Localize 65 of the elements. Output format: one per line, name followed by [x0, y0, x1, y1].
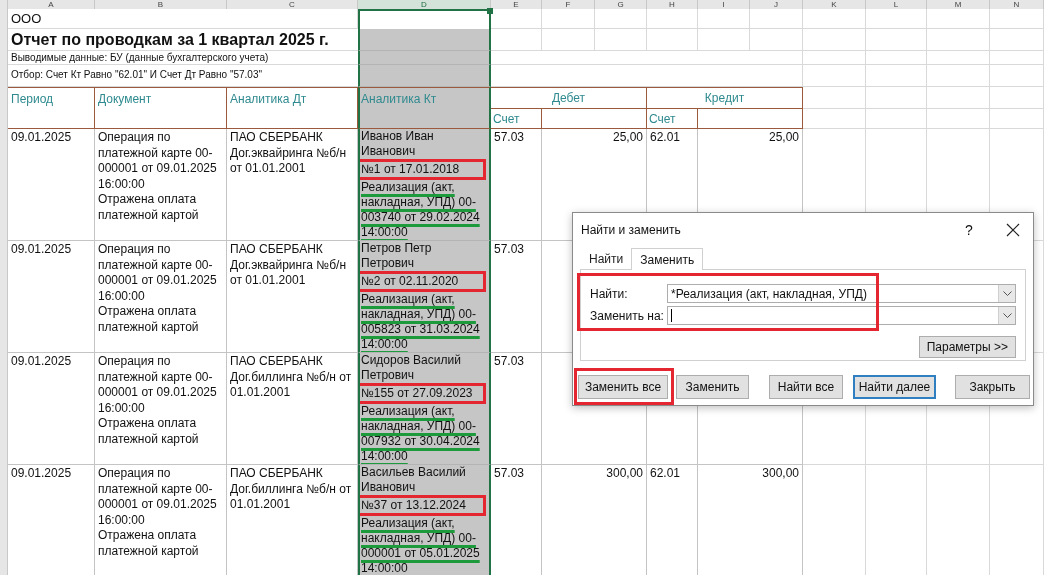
column-header[interactable]: L — [866, 0, 927, 9]
cell-text: №2 от 02.11.2020 — [361, 274, 460, 289]
table-cell: 300,00 — [698, 465, 803, 575]
column-heading: Счет — [491, 109, 542, 129]
help-button[interactable]: ? — [959, 219, 979, 241]
column-heading: Кредит — [647, 87, 803, 109]
table-cell: 09.01.2025 — [8, 241, 95, 353]
table-cell: 57.03 — [491, 129, 542, 241]
column-header[interactable]: F — [542, 0, 595, 9]
table-cell: 57.03 — [491, 241, 542, 353]
table-cell: 09.01.2025 — [8, 465, 95, 575]
cell-text: Петров Петр Петрович — [361, 241, 433, 271]
cell-text: №1 от 17.01.2018 — [361, 162, 461, 177]
column-header[interactable]: K — [803, 0, 866, 9]
dialog-button[interactable]: Найти все — [769, 375, 843, 399]
column-header[interactable]: G — [595, 0, 647, 9]
cell-text: №37 от 13.12.2024 — [361, 498, 467, 513]
column-heading: Счет — [647, 109, 698, 129]
report-note: Выводимые данные: БУ (данные бухгалтерского учета) — [8, 51, 358, 65]
cell-text: №155 от 27.09.2023 — [361, 386, 474, 401]
cell-text: Сидоров Василий Петрович — [361, 353, 462, 383]
table-cell: 62.01 — [647, 465, 698, 575]
cell-text: Иванов Иван Иванович — [361, 129, 435, 159]
column-header[interactable]: M — [927, 0, 990, 9]
tab[interactable]: Найти — [581, 249, 632, 269]
dialog-button[interactable]: Заменить — [676, 375, 749, 399]
tab[interactable]: Заменить — [631, 248, 704, 270]
column-header[interactable]: A — [8, 0, 95, 9]
column-header[interactable]: N — [990, 0, 1044, 9]
table-cell: 09.01.2025 — [8, 353, 95, 465]
dialog-button[interactable]: Найти далее — [853, 375, 936, 399]
field-label: Заменить на: — [590, 307, 665, 325]
cell-text: Реализация (акт, накладная, УПД) 00-007932 от 30.04.2024 14:00:00 — [361, 404, 481, 464]
field-value: *Реализация (акт, накладная, УПД) — [671, 285, 867, 303]
column-header[interactable]: B — [95, 0, 227, 9]
column-header[interactable]: D — [358, 0, 491, 9]
field-label: Найти: — [590, 285, 629, 303]
column-heading: Дебет — [491, 87, 647, 109]
table-cell: Операция по платежной карте 00-000001 от 09.01.2025 16:00:00 Отражена оплата платежной картой — [95, 353, 227, 465]
table-cell: 300,00 — [542, 465, 647, 575]
combo-field[interactable]: *Реализация (акт, накладная, УПД) — [667, 284, 1016, 303]
company-name: ООО — [8, 9, 227, 29]
column-header[interactable]: J — [750, 0, 803, 9]
cell-text: Реализация (акт, накладная, УПД) 00-000001 от 05.01.2025 14:00:00 — [361, 516, 481, 575]
cell-text: Васильев Василий Иванович — [361, 465, 467, 495]
table-cell: 09.01.2025 — [8, 129, 95, 241]
dialog-button[interactable]: Закрыть — [955, 375, 1030, 399]
report-title: Отчет по проводкам за 1 квартал 2025 г. — [8, 29, 358, 51]
column-heading: Аналитика Кт — [358, 87, 491, 129]
cell-text: Реализация (акт, накладная, УПД) 00-003740 от 29.02.2024 14:00:00 — [361, 180, 481, 240]
table-cell: 57.03 — [491, 465, 542, 575]
options-button[interactable]: Параметры >> — [918, 336, 1016, 358]
column-heading: Период — [8, 87, 95, 129]
column-header[interactable]: C — [227, 0, 358, 9]
column-header[interactable]: H — [647, 0, 698, 9]
table-cell: Операция по платежной карте 00-000001 от 09.01.2025 16:00:00 Отражена оплата платежной картой — [95, 465, 227, 575]
column-heading: Документ — [95, 87, 227, 129]
column-header[interactable]: E — [491, 0, 542, 9]
table-cell: Операция по платежной карте 00-000001 от 09.01.2025 16:00:00 Отражена оплата платежной картой — [95, 129, 227, 241]
column-header[interactable]: I — [698, 0, 750, 9]
dialog-button[interactable]: Заменить все — [578, 375, 668, 399]
cell-text: Реализация (акт, накладная, УПД) 00-005823 от 31.03.2024 14:00:00 — [361, 292, 481, 352]
table-cell: Операция по платежной карте 00-000001 от 09.01.2025 16:00:00 Отражена оплата платежной картой — [95, 241, 227, 353]
table-cell: 57.03 — [491, 353, 542, 465]
report-note: Отбор: Счет Кт Равно "62.01" И Счет Дт Равно "57.03" — [8, 65, 358, 87]
